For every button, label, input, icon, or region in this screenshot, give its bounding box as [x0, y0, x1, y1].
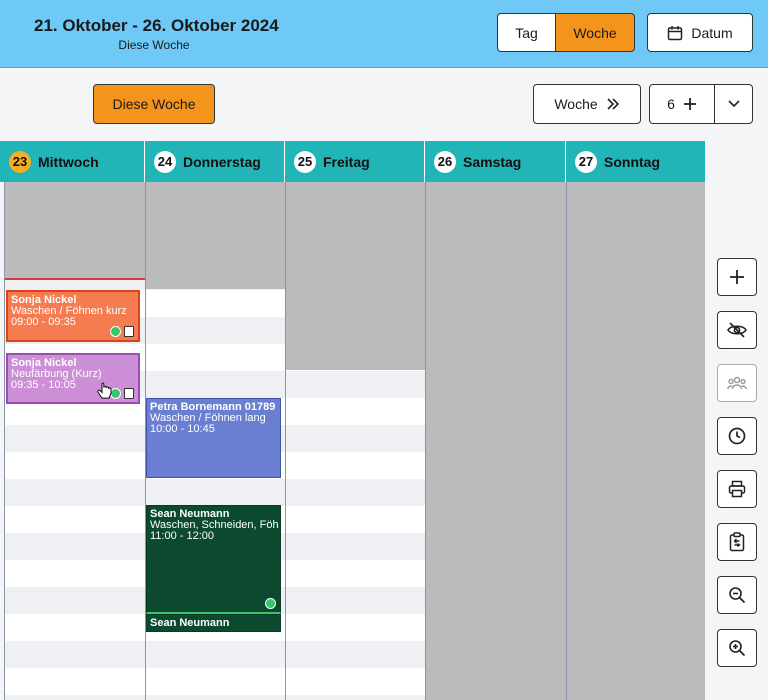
- view-day-button[interactable]: Tag: [497, 13, 556, 52]
- day-number: 23: [9, 150, 31, 173]
- toggle-visibility-button[interactable]: [717, 311, 757, 349]
- day-number: 25: [294, 150, 316, 173]
- clipboard-icon: [729, 532, 745, 552]
- clipboard-icon: [124, 388, 134, 399]
- appointment[interactable]: Sonja Nickel Neufärbung (Kurz) 09:35 - 1…: [6, 353, 140, 404]
- day-column-donnerstag[interactable]: Petra Bornemann 01789 Waschen / Föhnen l…: [145, 182, 285, 700]
- day-count-button[interactable]: 6: [649, 84, 715, 124]
- day-column-samstag[interactable]: [425, 182, 566, 700]
- appointment-client: Sean Neumann: [150, 617, 230, 629]
- day-header-mittwoch[interactable]: 23 Mittwoch: [0, 141, 145, 182]
- clipboard-export-button[interactable]: [717, 523, 757, 561]
- clock-icon: [728, 427, 746, 445]
- day-count-dropdown-button[interactable]: [714, 84, 753, 124]
- day-header-sonntag[interactable]: 27 Sonntag: [566, 141, 705, 182]
- time-button[interactable]: [717, 417, 757, 455]
- top-bar: 21. Oktober - 26. Oktober 2024 Diese Woc…: [0, 0, 768, 68]
- day-column-freitag[interactable]: [285, 182, 425, 700]
- closed-hours: [286, 182, 425, 370]
- date-range-title: 21. Oktober - 26. Oktober 2024: [34, 16, 279, 35]
- appointment[interactable]: Sean Neumann: [146, 614, 281, 632]
- print-button[interactable]: [717, 470, 757, 508]
- group-icon: [727, 375, 747, 391]
- calendar-icon: [667, 25, 683, 41]
- day-column-mittwoch[interactable]: Sonja Nickel Waschen / Föhnen kurz 09:00…: [4, 182, 145, 700]
- next-week-button[interactable]: Woche: [533, 84, 641, 124]
- day-header-samstag[interactable]: 26 Samstag: [425, 141, 566, 182]
- current-time-line: [5, 278, 145, 280]
- plus-icon: [729, 269, 745, 285]
- closed-hours: [5, 182, 145, 279]
- day-number: 24: [154, 150, 176, 173]
- appointment-time: 10:00 - 10:45: [150, 423, 215, 435]
- day-count-value: 6: [667, 96, 675, 112]
- day-name: Donnerstag: [183, 153, 261, 170]
- day-number: 26: [434, 150, 456, 173]
- appointment-time: 11:00 - 12:00: [150, 530, 215, 542]
- next-week-label: Woche: [554, 96, 598, 112]
- view-week-button[interactable]: Woche: [555, 13, 635, 52]
- chevron-down-icon: [727, 100, 740, 108]
- zoom-in-button[interactable]: [717, 629, 757, 667]
- week-subtitle: Diese Woche: [118, 38, 190, 52]
- this-week-button[interactable]: Diese Woche: [93, 84, 215, 124]
- day-name: Mittwoch: [38, 153, 99, 170]
- eye-off-icon: [727, 322, 747, 338]
- day-header-freitag[interactable]: 25 Freitag: [285, 141, 425, 182]
- day-column-sonntag[interactable]: [566, 182, 705, 700]
- zoom-out-icon: [728, 586, 746, 604]
- appointment[interactable]: Sonja Nickel Waschen / Föhnen kurz 09:00…: [6, 290, 140, 342]
- appointment[interactable]: Petra Bornemann 01789 Waschen / Föhnen l…: [146, 398, 281, 478]
- day-name: Freitag: [323, 153, 370, 170]
- plus-icon: [683, 97, 697, 111]
- closed-day: [426, 182, 566, 700]
- day-header-donnerstag[interactable]: 24 Donnerstag: [145, 141, 285, 182]
- heart-status-icon: [110, 326, 121, 337]
- zoom-in-icon: [728, 639, 746, 657]
- hand-cursor-icon: [97, 382, 113, 400]
- day-name: Samstag: [463, 153, 522, 170]
- heart-status-icon: [265, 598, 276, 609]
- closed-hours: [146, 182, 285, 289]
- week-calendar-grid: 23 Mittwoch 24 Donnerstag 25 Freitag 26 …: [0, 141, 705, 700]
- add-appointment-button[interactable]: [717, 258, 757, 296]
- zoom-out-button[interactable]: [717, 576, 757, 614]
- clipboard-icon: [124, 326, 134, 337]
- date-picker-button[interactable]: Datum: [647, 13, 753, 52]
- appointment[interactable]: Sean Neumann Waschen, Schneiden, Föh 11:…: [146, 505, 281, 614]
- closed-day: [567, 182, 705, 700]
- day-number: 27: [575, 150, 597, 173]
- day-name: Sonntag: [604, 153, 660, 170]
- date-picker-label: Datum: [691, 24, 733, 41]
- staff-group-button[interactable]: [717, 364, 757, 402]
- double-chevron-right-icon: [606, 98, 620, 110]
- printer-icon: [728, 480, 746, 498]
